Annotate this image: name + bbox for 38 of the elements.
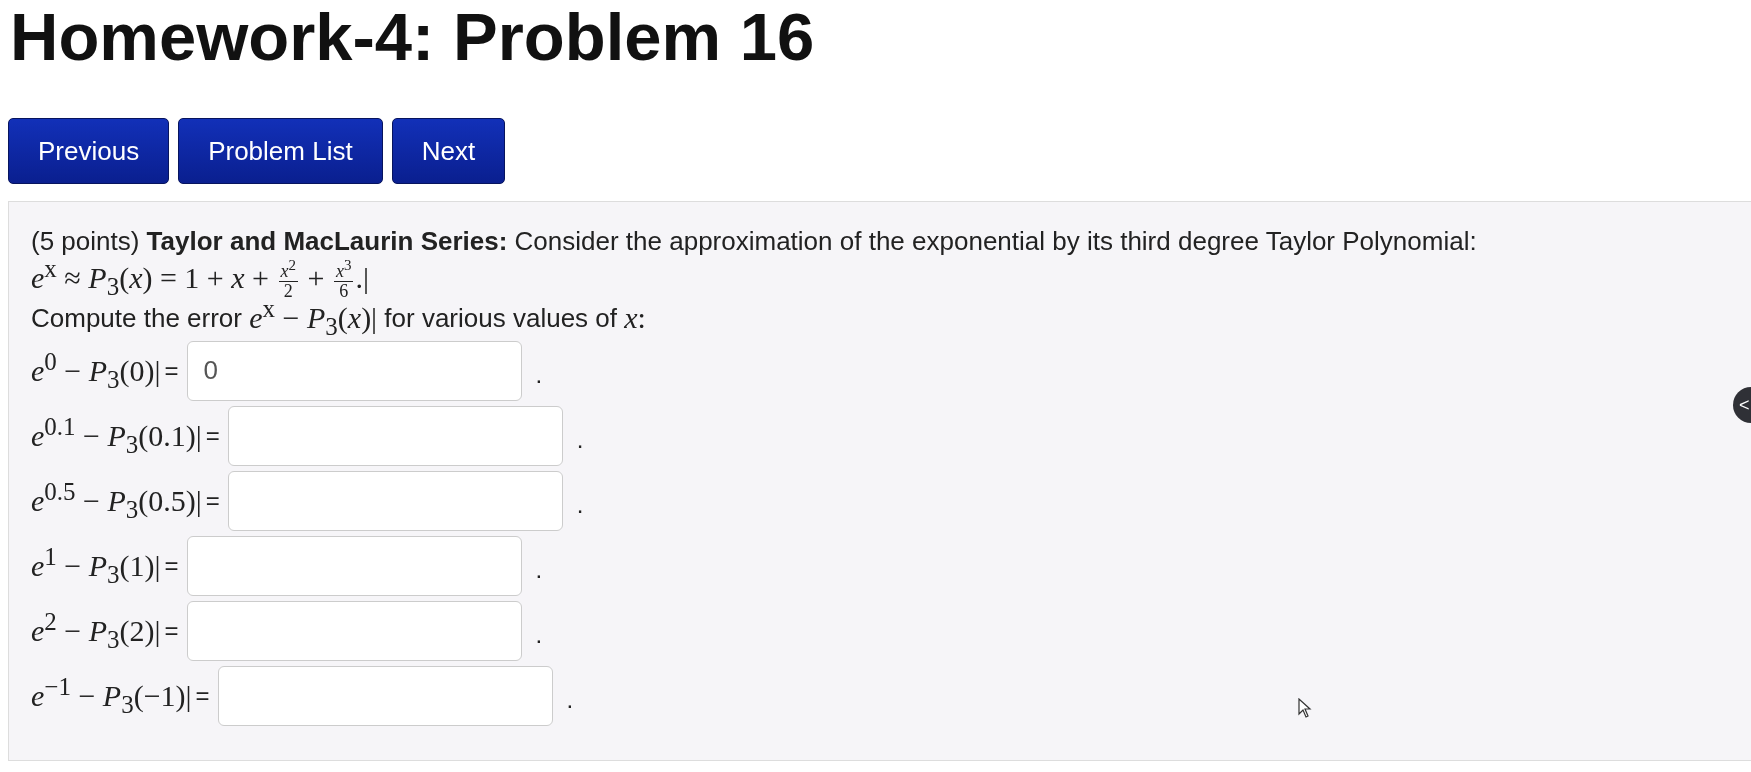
nav-button[interactable]: Previous [8, 118, 170, 184]
mouse-pointer-icon [1298, 698, 1312, 718]
fraction: x$^{2}$ 2 [278, 255, 299, 301]
nav-button[interactable]: Next [391, 118, 506, 184]
period: . [576, 426, 584, 455]
math-expression: e$^{2}$ − P$_{3}$(2)| [31, 607, 161, 654]
page-title: Homework-4: Problem 16 [9, 0, 816, 72]
period: . [535, 556, 543, 585]
equals-sign: = [164, 356, 179, 385]
period: . [535, 621, 543, 650]
period: . [576, 491, 584, 520]
prompt-text: Compute the error [31, 302, 243, 334]
answer-field[interactable] [186, 600, 522, 661]
math-expression: e$^{−1}$ − P$_{3}$(−1)| [31, 672, 192, 719]
equals-sign: = [164, 551, 179, 580]
math-expression: x: [624, 301, 646, 335]
equals-sign: = [205, 421, 220, 450]
answer-field[interactable] [217, 665, 553, 726]
equals-sign: = [205, 486, 220, 515]
nav-button[interactable]: Problem List [178, 118, 383, 184]
problem-statement: (5 points) Taylor and MacLaurin Series: Consider the approximation of the exponential by its third degree Taylor Polynomial: [31, 225, 1478, 258]
math-expression: e$^{0.1}$ − P$_{3}$(0.1)| [31, 412, 202, 459]
math-expression: .| [355, 261, 369, 295]
math-expression: e$^{0}$ − P$_{3}$(0)| [31, 347, 161, 394]
math-expression: e$^{x}$ ≈ P$_{3}$(x) = 1 + x + [31, 255, 271, 301]
answer-field[interactable]: 0 [186, 340, 522, 401]
prompt-text: for various values of [383, 302, 618, 334]
answer-field[interactable] [186, 535, 522, 596]
answer-field[interactable] [227, 470, 563, 531]
math-expression: + [306, 261, 326, 295]
period: . [566, 686, 574, 715]
equals-sign: = [195, 681, 210, 710]
fraction: x$^{3}$ 6 [333, 255, 354, 301]
period: . [535, 361, 543, 390]
math-expression: e$^{0.5}$ − P$_{3}$(0.5)| [31, 477, 202, 524]
equals-sign: = [164, 616, 179, 645]
answer-field[interactable] [227, 405, 563, 466]
math-expression: e$^{1}$ − P$_{3}$(1)| [31, 542, 161, 589]
